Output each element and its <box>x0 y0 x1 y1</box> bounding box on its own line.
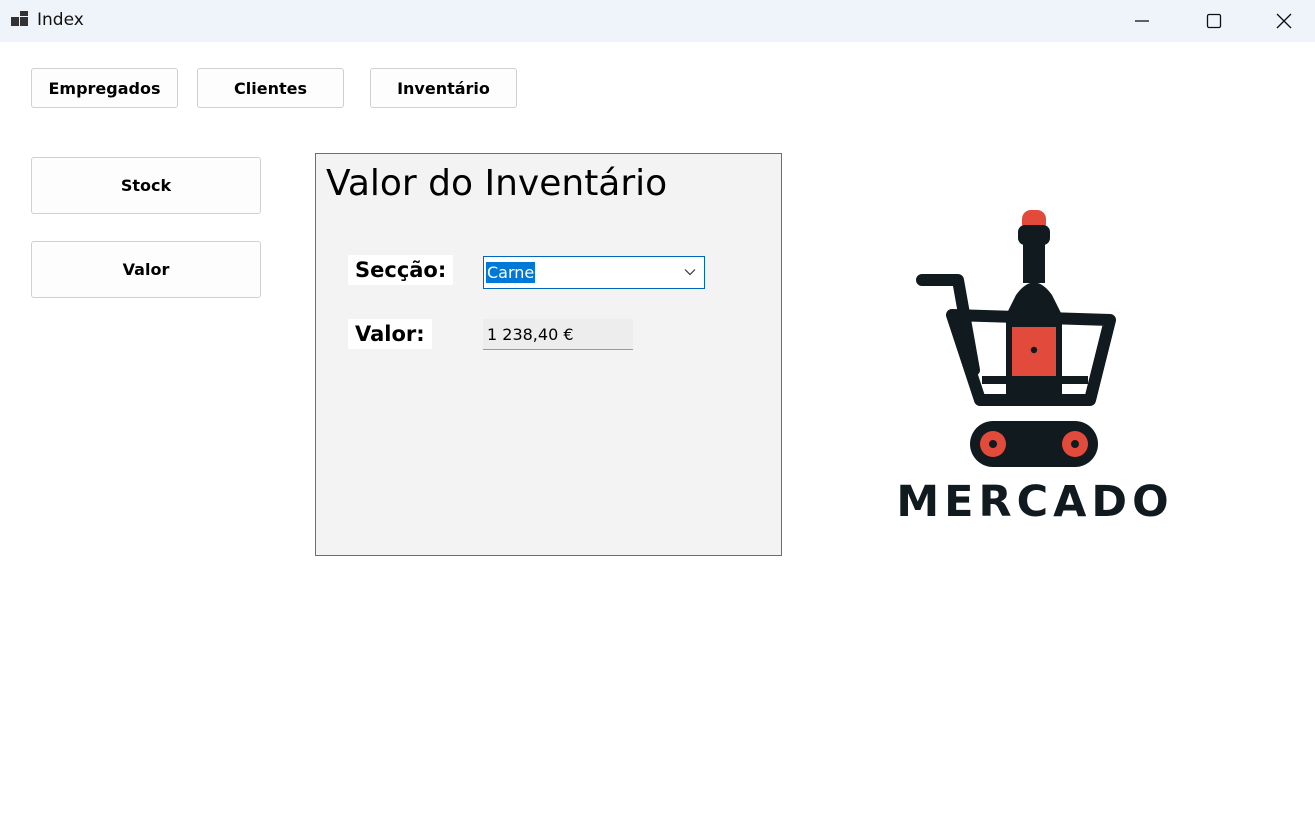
seccao-dropdown[interactable]: Carne <box>483 256 705 289</box>
app-window-icon <box>11 11 28 26</box>
inventory-value-panel: Valor do Inventário Secção: Carne Valor:… <box>315 153 782 556</box>
empregados-button[interactable]: Empregados <box>31 68 178 108</box>
clientes-button[interactable]: Clientes <box>197 68 344 108</box>
shopping-cart-bottle-icon <box>916 210 1116 467</box>
valor-label: Valor: <box>348 319 432 349</box>
valor-button[interactable]: Valor <box>31 241 261 298</box>
inventario-button[interactable]: Inventário <box>370 68 517 108</box>
maximize-button[interactable] <box>1179 0 1249 42</box>
chevron-down-icon[interactable] <box>684 268 696 276</box>
window-title: Index <box>37 10 84 30</box>
logo-text: MERCADO <box>896 477 1174 527</box>
close-button[interactable] <box>1249 0 1315 42</box>
panel-title: Valor do Inventário <box>326 163 668 204</box>
maximize-icon <box>1206 13 1222 29</box>
stock-button[interactable]: Stock <box>31 157 261 214</box>
title-bar[interactable]: Index <box>0 0 1315 42</box>
valor-field[interactable]: 1 238,40 € <box>483 319 633 350</box>
mercado-logo: MERCADO <box>890 205 1180 535</box>
minimize-button[interactable] <box>1107 0 1177 42</box>
seccao-selected-value: Carne <box>486 262 536 283</box>
seccao-label: Secção: <box>348 255 454 285</box>
close-icon <box>1276 13 1292 29</box>
main-window: Index Empregados Clientes Inventário Sto… <box>0 0 1315 822</box>
minimize-icon <box>1135 20 1149 22</box>
